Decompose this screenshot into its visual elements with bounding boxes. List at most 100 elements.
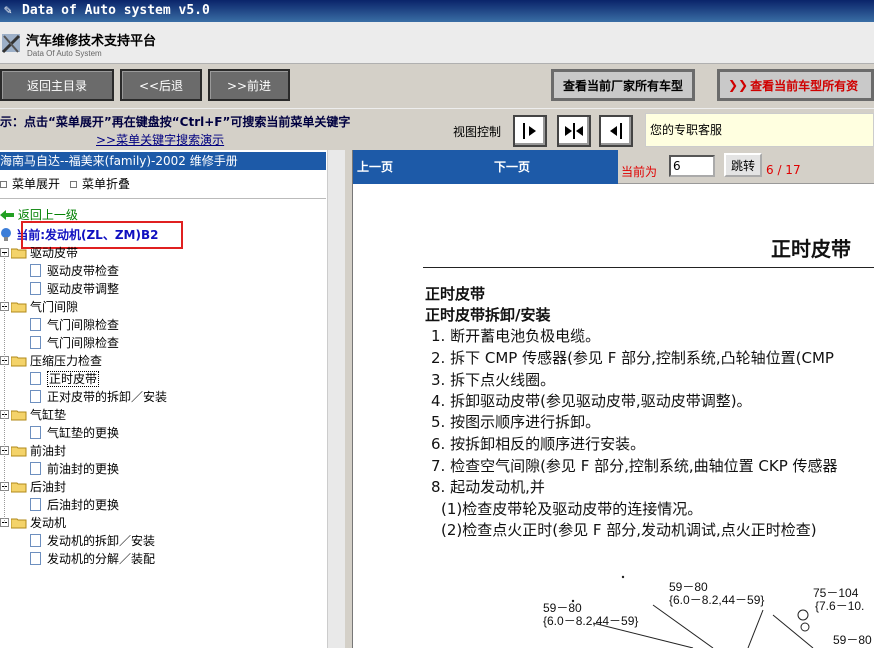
document-page-icon (30, 318, 41, 331)
view-expand-right-button[interactable] (513, 115, 547, 147)
back-button[interactable]: <<后退 (120, 69, 202, 101)
tree-item-label: 前油封 (30, 444, 67, 458)
tree-item-label: 前油封的更换 (47, 462, 120, 476)
tree-folder[interactable]: 驱动皮带 (0, 244, 78, 262)
tree-page[interactable]: 发动机的拆卸／安装 (30, 532, 155, 550)
tree-folder[interactable]: 压缩压力检查 (0, 352, 102, 370)
tree-page[interactable]: 发动机的分解／装配 (30, 550, 155, 568)
doc-step: 4. 拆卸驱动皮带(参见驱动皮带,驱动皮带调整)。 (431, 392, 752, 410)
figure-torque-label: {6.0－8.2,44－59} (543, 614, 639, 628)
current-page-label: 当前为 (621, 165, 658, 179)
arrows-inward-icon (565, 123, 583, 139)
tree-page[interactable]: 气门间隙检查 (30, 316, 119, 334)
keyword-search-demo-link[interactable]: >>菜单关键字搜索演示 (96, 131, 224, 148)
forward-button[interactable]: >>前进 (208, 69, 290, 101)
document-page-icon (30, 498, 41, 511)
tree-item-label: 驱动皮带 (30, 246, 79, 260)
tree-page[interactable]: 正对皮带的拆卸／安装 (30, 388, 167, 406)
double-chevron-right-icon: ❯❯ (728, 78, 749, 92)
window-titlebar: ✎ Data of Auto system v5.0 (0, 0, 874, 22)
tree-guide-line (4, 253, 5, 523)
view-control-label: 视图控制 (453, 125, 502, 139)
next-page-link[interactable]: 下一页 (494, 158, 530, 175)
menu-expand-label: 菜单展开 (12, 177, 61, 191)
doc-step: 2. 拆下 CMP 传感器(参见 F 部分,控制系统,凸轮轴位置(CMP (431, 349, 834, 367)
doc-header: 正时皮带 (771, 237, 851, 261)
brand-subtitle: Data Of Auto System (27, 49, 102, 58)
tree-page[interactable]: 气缸垫的更换 (30, 424, 119, 442)
document-page-icon (30, 282, 41, 295)
app-icon: ✎ (4, 3, 12, 18)
tree-item-label: 气门间隙检查 (47, 318, 120, 332)
doc-section: 正时皮带 (425, 285, 486, 303)
doc-step: 1. 断开蓄电池负极电缆。 (431, 327, 601, 345)
tree-folder[interactable]: 气缸垫 (0, 406, 66, 424)
doc-step: (1)检查皮带轮及驱动皮带的连接情况。 (441, 500, 703, 518)
tree-page[interactable]: 驱动皮带调整 (30, 280, 119, 298)
menu-scrollbar[interactable] (327, 150, 345, 648)
current-model-data-button[interactable]: ❯❯ 查看当前车型所有资 (717, 69, 874, 101)
document-page-icon (30, 336, 41, 349)
tree-page[interactable]: 正时皮带 (30, 370, 100, 388)
wrench-screwdriver-logo-icon (1, 34, 21, 54)
hint-bar: 提示：点击“菜单展开”再在键盘按“Ctrl+F”可搜索当前菜单关键字 >>菜单关… (0, 108, 874, 150)
menu-collapse-button[interactable]: 菜单折叠 (70, 175, 130, 192)
tree-item-label: 压缩压力检查 (30, 354, 103, 368)
menu-collapse-label: 菜单折叠 (82, 177, 131, 191)
tree-page[interactable]: 气门间隙检查 (30, 334, 119, 352)
tree-item-label: 驱动皮带检查 (47, 264, 120, 278)
globe-icon (1, 228, 11, 241)
search-hint: 提示：点击“菜单展开”再在键盘按“Ctrl+F”可搜索当前菜单关键字 (0, 115, 351, 129)
expand-square-icon (0, 181, 7, 188)
folder-open-icon (11, 356, 27, 367)
tree-folder[interactable]: 发动机 (0, 514, 66, 532)
tree-page[interactable]: 前油封的更换 (30, 460, 119, 478)
doc-step: 6. 按拆卸相反的顺序进行安装。 (431, 435, 646, 453)
arrow-right-icon (523, 123, 536, 139)
tree-folder[interactable]: 前油封 (0, 442, 66, 460)
menu-separator (0, 198, 326, 199)
page-number-input[interactable] (669, 155, 715, 177)
prev-page-link[interactable]: 上一页 (357, 158, 393, 175)
back-up-label: 返回上一级 (17, 208, 78, 222)
document-page-icon (30, 534, 41, 547)
folder-open-icon (11, 302, 27, 313)
view-expand-left-button[interactable] (599, 115, 633, 147)
menu-pane: 海南马自达--福美来(family)-2002 维修手册 菜单展开 菜单折叠 返… (0, 150, 345, 648)
tree-page[interactable]: 后油封的更换 (30, 496, 119, 514)
view-split-button[interactable] (557, 115, 591, 147)
tree-item-label: 后油封的更换 (47, 498, 120, 512)
figure-torque-label: 59－80 (833, 633, 872, 647)
tree-page[interactable]: 驱动皮带检查 (30, 262, 119, 280)
go-page-button[interactable]: 跳转 (724, 153, 762, 177)
doc-rule (423, 267, 874, 268)
doc-step: 7. 检查空气间隙(参见 F 部分,控制系统,曲轴位置 CKP 传感器 (431, 457, 838, 475)
tree-item-label: 后油封 (30, 480, 67, 494)
menu-expand-button[interactable]: 菜单展开 (0, 175, 60, 192)
window-title: Data of Auto system v5.0 (22, 3, 210, 18)
doc-step: 3. 拆下点火线圈。 (431, 371, 556, 389)
current-model-data-label: 查看当前车型所有资 (750, 78, 859, 93)
document-page-icon (30, 552, 41, 565)
doc-step: 8. 起动发动机,并 (431, 478, 545, 496)
doc-step: (2)检查点火正时(参见 F 部分,发动机调试,点火正时检查) (441, 521, 817, 539)
tree-folder[interactable]: 后油封 (0, 478, 66, 496)
folder-open-icon (11, 446, 27, 457)
figure-torque-label: {6.0－8.2,44－59} (669, 593, 765, 607)
doc-step: 5. 按图示顺序进行拆卸。 (431, 413, 601, 431)
pager-bar: 上一页 下一页 当前为 跳转 6 / 17 (353, 150, 874, 184)
doc-subsection: 正时皮带拆卸/安装 (425, 306, 551, 324)
tree-item-label: 正时皮带 (47, 371, 100, 387)
document-page-icon (30, 372, 41, 385)
folder-open-icon (11, 410, 27, 421)
tree-item-label: 驱动皮带调整 (47, 282, 120, 296)
main-toolbar: 返回主目录 <<后退 >>前进 查看当前厂家所有车型 ❯❯ 查看当前车型所有资 (0, 64, 874, 108)
tree-item-label: 气缸垫的更换 (47, 426, 120, 440)
service-panel: 您的专职客服 (645, 113, 874, 147)
tree-folder[interactable]: 气门间隙 (0, 298, 78, 316)
pane-divider[interactable] (345, 150, 353, 648)
folder-open-icon (11, 518, 27, 529)
home-button[interactable]: 返回主目录 (0, 69, 114, 101)
document-page-icon (30, 426, 41, 439)
maker-models-button[interactable]: 查看当前厂家所有车型 (551, 69, 695, 101)
